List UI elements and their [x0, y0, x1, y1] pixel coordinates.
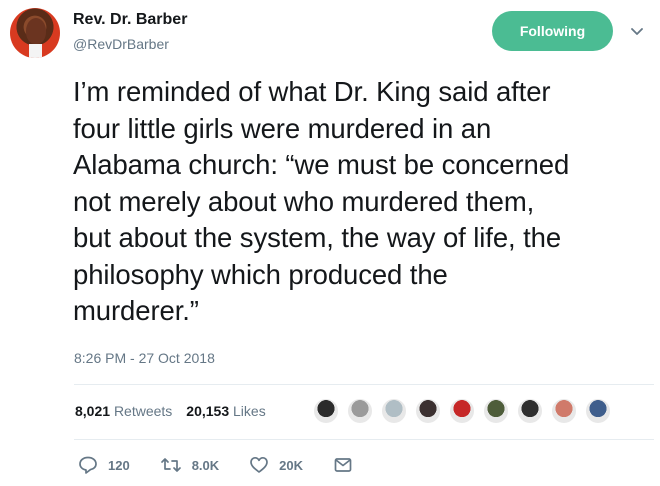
liker-avatar[interactable] [551, 398, 577, 424]
following-button[interactable]: Following [492, 11, 613, 51]
chevron-down-icon[interactable] [629, 23, 645, 39]
liker-avatar[interactable] [381, 398, 407, 424]
author-handle[interactable]: @RevDrBarber [73, 36, 169, 52]
likes-label: Likes [233, 403, 266, 419]
tweet-line: murderer.” [73, 295, 199, 326]
author-avatar[interactable] [10, 8, 60, 58]
tweet-line: philosophy which produced the [73, 258, 448, 290]
liker-avatar[interactable] [483, 398, 509, 424]
retweets-count: 8,021 [75, 403, 111, 419]
tweet-text: I’m reminded of what Dr. King said after… [73, 74, 653, 330]
tweet-stats: 8,021 Retweets 20,153 Likes [75, 403, 266, 419]
like-button[interactable]: 20K [249, 455, 303, 475]
heart-icon [250, 456, 269, 473]
liker-avatar[interactable] [415, 398, 441, 424]
liker-avatar[interactable] [347, 398, 373, 424]
retweet-count: 8.0K [191, 457, 220, 473]
retweet-button[interactable]: 8.0K [160, 455, 219, 475]
liker-avatar[interactable] [313, 398, 339, 424]
like-count: 20K [279, 457, 304, 473]
divider [74, 439, 654, 440]
retweet-icon [160, 458, 181, 472]
liker-avatar[interactable] [517, 398, 543, 424]
reply-icon [79, 456, 97, 474]
likes-count: 20,153 [186, 403, 230, 419]
tweet-line: Alabama church: “we must be concerned [73, 149, 570, 180]
reply-count: 120 [108, 457, 130, 473]
author-name[interactable]: Rev. Dr. Barber [73, 11, 187, 29]
tweet-line: but about the system, the way of life, t… [73, 222, 562, 253]
tweet-line: four little girls were murdered in an [73, 112, 492, 144]
avatar-face [26, 18, 46, 44]
tweet-line: not merely about who murdered them, [73, 185, 535, 217]
likes-stat[interactable]: 20,153 Likes [186, 403, 265, 419]
tweet-line: I’m reminded of what Dr. King said after [73, 76, 551, 107]
liker-avatar[interactable] [585, 398, 611, 424]
retweets-stat[interactable]: 8,021 Retweets [75, 403, 172, 419]
divider [74, 384, 654, 385]
liker-avatar[interactable] [449, 398, 475, 424]
tweet-actions: 120 8.0K 20K [78, 455, 393, 475]
envelope-icon [334, 458, 352, 472]
direct-message-button[interactable] [333, 455, 363, 475]
retweets-label: Retweets [113, 403, 173, 419]
avatar-collar [29, 44, 42, 58]
liker-avatars [313, 398, 619, 426]
tweet-timestamp[interactable]: 8:26 PM - 27 Oct 2018 [74, 350, 215, 366]
reply-button[interactable]: 120 [78, 455, 130, 475]
